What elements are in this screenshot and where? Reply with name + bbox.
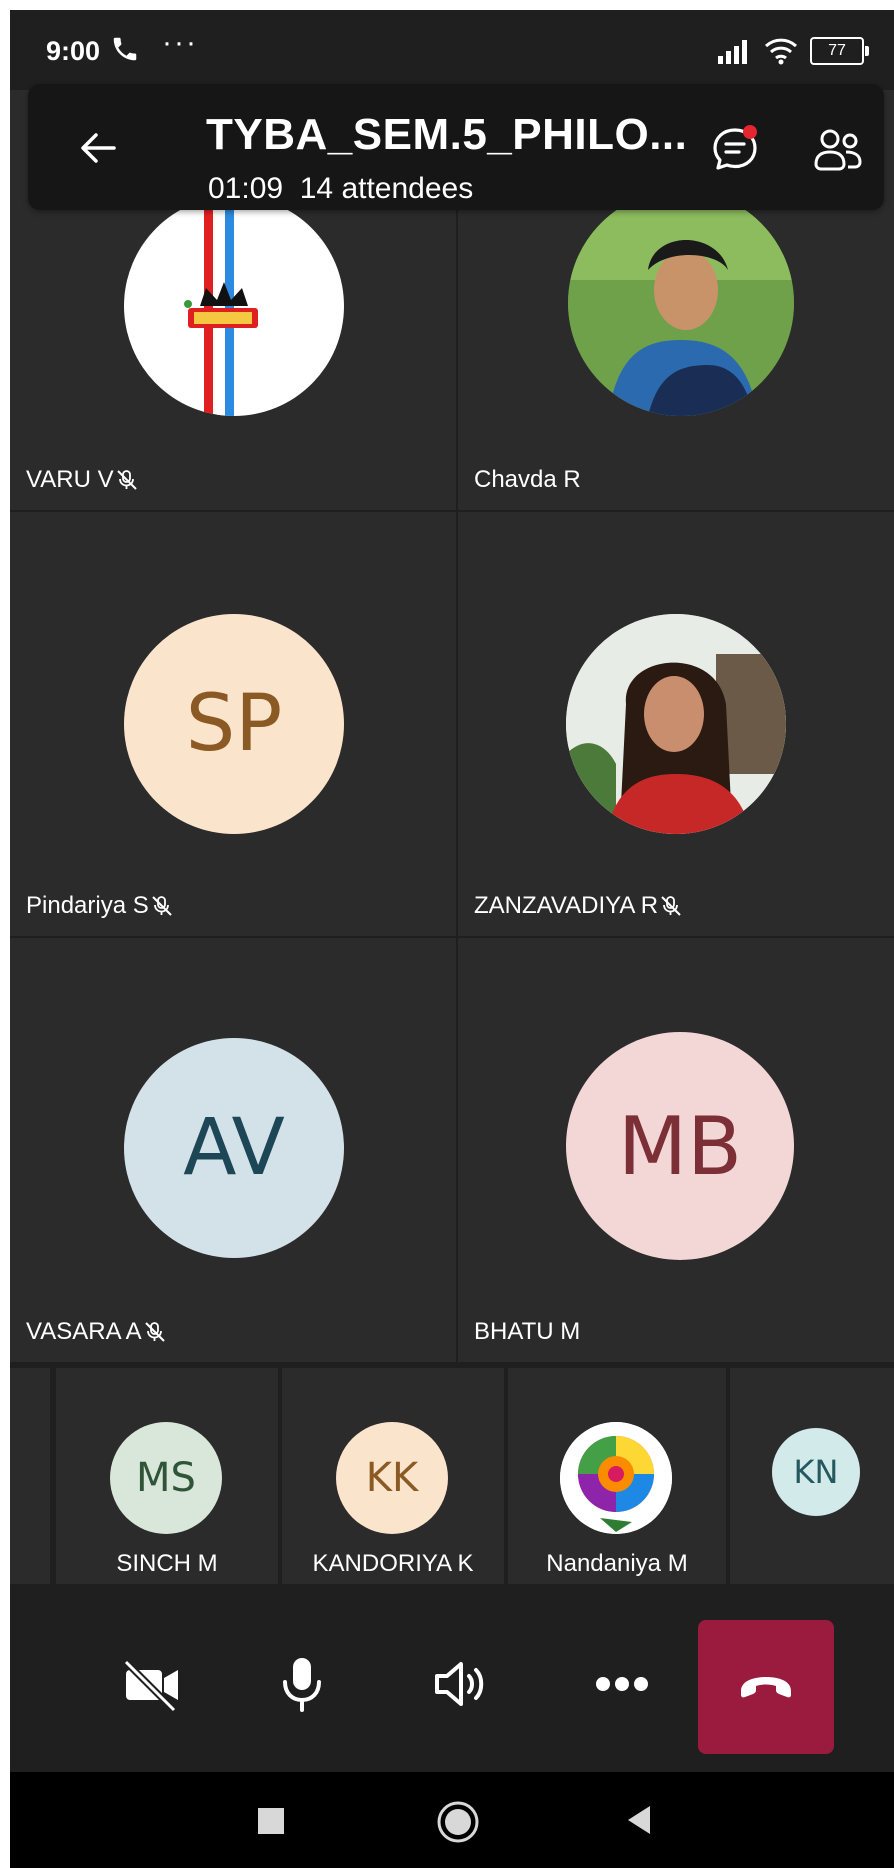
back-arrow-icon[interactable]	[74, 124, 122, 172]
more-options-button[interactable]	[584, 1646, 660, 1722]
status-bar: 9:00 ··· 77	[10, 10, 894, 90]
attendee-count: 14 attendees	[299, 172, 474, 205]
meeting-header: TYBA_SEM.5_PHILO... 01:09 14 attendees	[28, 84, 884, 210]
wifi-icon	[764, 38, 798, 65]
participant-avatar	[568, 190, 794, 416]
mic-muted-icon	[144, 1322, 165, 1342]
meeting-subtitle: 01:09 14 attendees	[208, 172, 473, 206]
participants-icon[interactable]	[812, 124, 864, 176]
participant-name: Nandaniya M	[546, 1550, 688, 1577]
strip-participant-tile[interactable]: Nandaniya M	[508, 1368, 726, 1584]
more-horizontal-icon	[596, 1677, 648, 1691]
battery-icon: 77	[810, 37, 869, 65]
meeting-duration: 01:09	[208, 172, 284, 205]
hang-up-icon	[741, 1677, 791, 1698]
participant-tile[interactable]: MB BHATU M	[458, 938, 894, 1362]
mic-muted-icon	[152, 896, 172, 916]
participant-name: Chavda R	[474, 466, 581, 493]
call-controls	[10, 1594, 894, 1774]
mic-muted-icon	[661, 896, 681, 916]
krishna-logo-avatar-image	[184, 196, 258, 416]
participant-tile[interactable]: AV VASARA A	[10, 938, 456, 1362]
speaker-icon	[435, 1662, 484, 1706]
chat-notification-dot	[743, 125, 757, 139]
participant-tile[interactable]: ZANZAVADIYA R	[458, 512, 894, 936]
chat-icon[interactable]	[708, 122, 762, 176]
participant-avatar-initials: KK	[336, 1422, 448, 1534]
microphone-button[interactable]	[264, 1646, 340, 1722]
status-more-icon: ···	[162, 26, 198, 59]
back-triangle-icon[interactable]	[624, 1804, 654, 1836]
participant-avatar-initials: MS	[110, 1422, 222, 1534]
home-circle-icon[interactable]	[436, 1800, 480, 1844]
battery-level: 77	[828, 42, 846, 59]
strip-participant-tile[interactable]: KK KANDORIYA K	[282, 1368, 504, 1584]
participant-name: SINCH M	[116, 1550, 218, 1577]
app-frame: 9:00 ··· 77 TYBA_SEM.5_PHILO... 01:09 14…	[10, 10, 894, 1868]
participant-name: Pindariya S	[26, 892, 173, 920]
strip-tile-partial[interactable]	[10, 1368, 50, 1584]
end-call-button[interactable]	[698, 1620, 834, 1754]
recents-square-icon[interactable]	[256, 1806, 286, 1836]
participant-name: ZANZAVADIYA R	[474, 892, 682, 920]
participant-name: BHATU M	[474, 1318, 581, 1345]
camera-off-icon	[123, 1659, 178, 1712]
participant-name: VARU V	[26, 466, 138, 494]
participant-name: KANDORIYA K	[312, 1550, 474, 1577]
signal-icon	[718, 40, 747, 64]
status-time: 9:00	[46, 36, 101, 66]
rainbow-rose-avatar-image	[560, 1422, 672, 1534]
participant-avatar-initials: AV	[124, 1038, 344, 1258]
participant-avatar-initials: KN	[772, 1428, 860, 1516]
strip-participant-tile[interactable]: MS SINCH M	[56, 1368, 278, 1584]
participant-avatar-initials: MB	[566, 1032, 794, 1260]
phone-call-icon	[113, 37, 137, 61]
participant-tile[interactable]: SP Pindariya S	[10, 512, 456, 936]
participant-photo-zanzavadiya	[566, 614, 786, 834]
camera-toggle-button[interactable]	[114, 1646, 190, 1722]
participant-avatar	[560, 1422, 672, 1534]
participant-avatar	[566, 614, 786, 834]
participant-avatar	[124, 196, 344, 416]
microphone-icon	[283, 1658, 321, 1712]
meeting-title: TYBA_SEM.5_PHILO...	[206, 110, 688, 159]
strip-participant-tile[interactable]: KN	[730, 1368, 894, 1584]
participant-avatar-initials: SP	[124, 614, 344, 834]
participant-photo-chavda	[568, 190, 794, 416]
android-nav-bar	[10, 1772, 894, 1868]
speaker-button[interactable]	[422, 1646, 498, 1722]
participant-name: VASARA A	[26, 1318, 166, 1346]
mic-muted-icon	[116, 470, 137, 490]
